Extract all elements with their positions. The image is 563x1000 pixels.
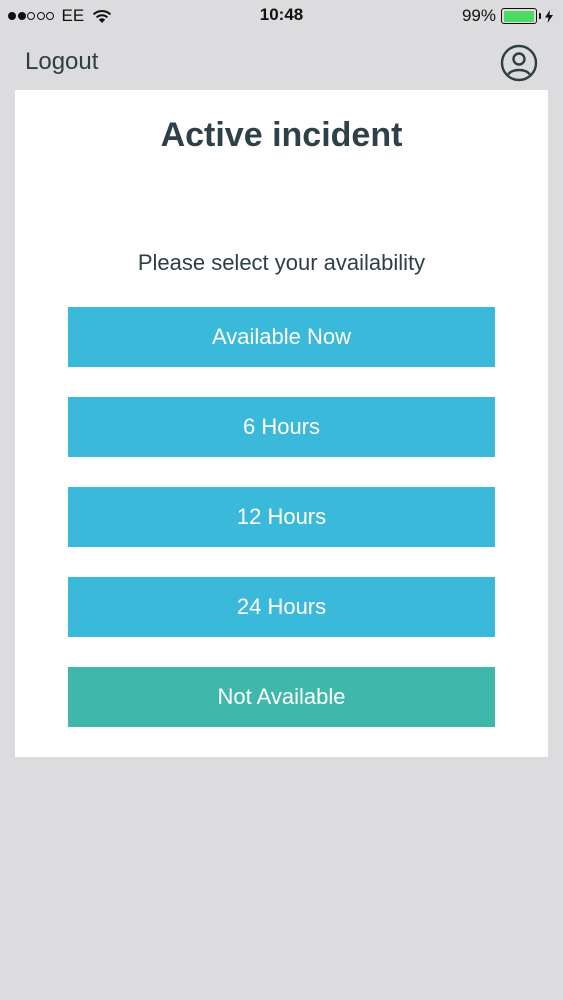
status-bar: EE 10:48 99%	[0, 0, 563, 32]
charging-bolt-icon	[545, 9, 553, 23]
incident-card: Active incident Please select your avail…	[15, 90, 548, 757]
battery-percent: 99%	[461, 6, 496, 25]
battery-nub	[539, 13, 541, 19]
nav-bar: Logout	[0, 32, 563, 90]
battery-level-fill	[503, 10, 535, 22]
not-available-button[interactable]: Not Available	[68, 667, 495, 727]
status-right: 99%	[462, 6, 553, 26]
six-hours-button[interactable]: 6 Hours	[68, 397, 495, 457]
availability-options: Available Now 6 Hours 12 Hours 24 Hours …	[68, 307, 495, 757]
logout-button[interactable]: Logout	[25, 48, 98, 76]
available-now-button[interactable]: Available Now	[68, 307, 495, 367]
battery-icon	[501, 8, 537, 24]
twelve-hours-button[interactable]: 12 Hours	[68, 487, 495, 547]
user-circle-icon[interactable]	[500, 44, 538, 82]
availability-prompt: Please select your availability	[137, 250, 426, 275]
twenty-four-hours-button[interactable]: 24 Hours	[68, 577, 495, 637]
page-title: Active incident	[160, 116, 403, 154]
